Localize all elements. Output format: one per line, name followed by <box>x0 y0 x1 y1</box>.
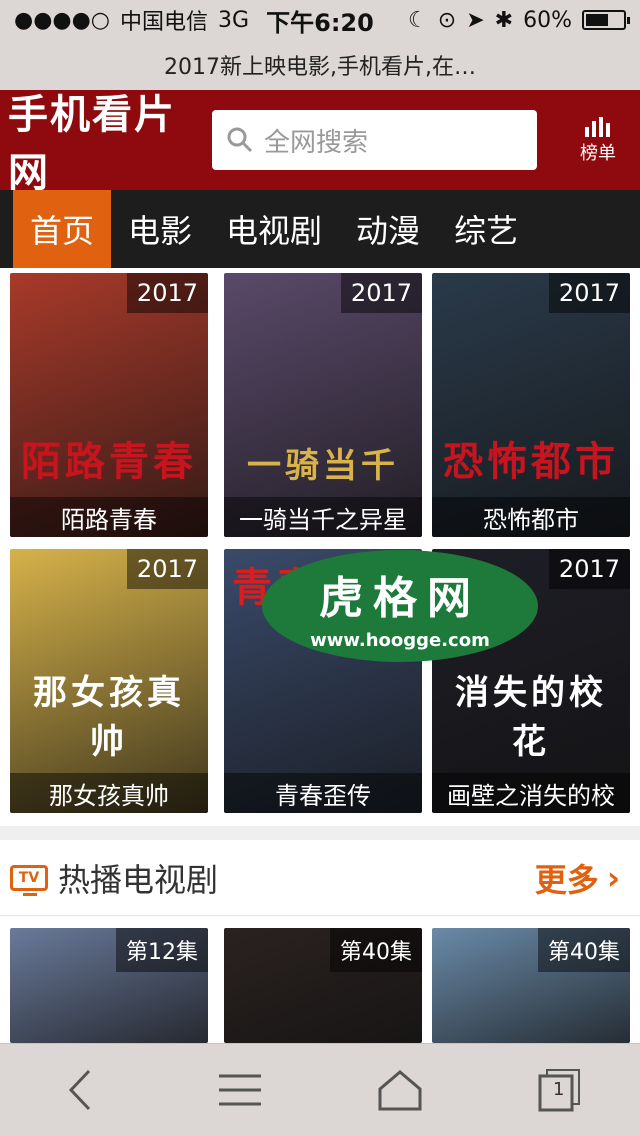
movie-title: 青春歪传 <box>224 773 422 813</box>
network-type: 3G <box>218 7 250 33</box>
episode-badge: 第12集 <box>116 928 208 972</box>
movie-card[interactable]: 那女孩真帅 2017 那女孩真帅 <box>10 549 208 813</box>
tab-variety[interactable]: 综艺 <box>437 190 535 268</box>
menu-icon <box>219 1074 261 1106</box>
category-tabs: 首页 电影 电视剧 动漫 综艺 <box>0 190 640 268</box>
watermark-logo: 虎格网 www.hoogge.com <box>262 550 538 662</box>
episode-badge: 第40集 <box>538 928 630 972</box>
battery-icon <box>582 10 630 30</box>
watermark-title: 虎格网 <box>319 572 481 624</box>
site-header: 手机看片网 全网搜索 榜单 <box>0 90 640 196</box>
bluetooth-icon: ✱ <box>494 7 514 33</box>
poster-title-art: 一骑当千 <box>247 446 399 486</box>
more-label: 更多 <box>534 860 599 899</box>
year-badge: 2017 <box>126 549 208 589</box>
poster-title-art: 恐怖都市 <box>443 439 619 485</box>
movie-title: 一骑当千之异星 <box>224 497 422 537</box>
section-divider <box>0 826 640 840</box>
tv-card[interactable]: 第40集 <box>432 928 630 1043</box>
home-button[interactable] <box>360 1050 440 1130</box>
movie-card[interactable]: 恐怖都市 2017 恐怖都市 <box>432 273 630 537</box>
tabs-button[interactable]: 1 <box>520 1050 600 1130</box>
chevron-right-icon: › <box>606 858 620 897</box>
poster-title-art: 消失的校花 <box>455 673 607 762</box>
tab-tv-series[interactable]: 电视剧 <box>209 190 339 268</box>
search-icon <box>227 127 253 153</box>
tab-home[interactable]: 首页 <box>13 190 112 268</box>
movie-title: 那女孩真帅 <box>10 773 208 813</box>
tv-icon: TV <box>10 864 48 896</box>
carrier-name: 中国电信 <box>119 10 208 35</box>
home-icon <box>378 1070 422 1111</box>
moon-icon: ☾ <box>408 7 428 33</box>
battery-percent: 60% <box>523 7 572 33</box>
more-link[interactable]: 更多 › <box>535 855 620 901</box>
search-input[interactable]: 全网搜索 <box>212 110 537 170</box>
rank-label: 榜单 <box>580 143 616 164</box>
tv-row: 第12集 第40集 第40集 <box>10 928 630 1043</box>
search-placeholder: 全网搜索 <box>264 127 369 158</box>
poster-title-art: 陌路青春 <box>21 439 197 485</box>
page-title: 2017新上映电影,手机看片,在… <box>164 55 476 80</box>
location-arrow-icon: ➤ <box>466 7 485 33</box>
site-logo[interactable]: 手机看片网 <box>8 82 204 198</box>
bar-chart-icon <box>585 117 610 137</box>
movie-title: 陌路青春 <box>10 497 208 537</box>
section-header: TV 热播电视剧 更多 › <box>0 840 640 916</box>
back-button[interactable] <box>40 1050 120 1130</box>
rotation-lock-icon: ⊙ <box>437 7 457 33</box>
movie-title: 恐怖都市 <box>432 497 630 537</box>
movie-card[interactable]: 一骑当千 2017 一骑当千之异星 <box>224 273 422 537</box>
menu-button[interactable] <box>200 1050 280 1130</box>
browser-toolbar: 1 <box>0 1043 640 1136</box>
year-badge: 2017 <box>548 273 630 313</box>
movie-card[interactable]: 陌路青春 2017 陌路青春 <box>10 273 208 537</box>
section-title: 热播电视剧 <box>58 860 219 899</box>
chevron-left-icon <box>68 1069 91 1111</box>
rank-button[interactable]: 榜单 <box>580 115 616 165</box>
year-badge: 2017 <box>548 549 630 589</box>
year-badge: 2017 <box>340 273 422 313</box>
signal-strength: ●●●●○ <box>14 7 110 33</box>
episode-badge: 第40集 <box>330 928 422 972</box>
poster-title-art: 那女孩真帅 <box>33 673 185 762</box>
tabs-count: 1 <box>553 1079 565 1100</box>
tv-card[interactable]: 第40集 <box>224 928 422 1043</box>
movie-title: 画壁之消失的校 <box>432 773 630 813</box>
tv-card[interactable]: 第12集 <box>10 928 208 1043</box>
year-badge: 2017 <box>126 273 208 313</box>
watermark-url: www.hoogge.com <box>310 629 490 651</box>
tab-anime[interactable]: 动漫 <box>339 190 437 268</box>
status-bar: ●●●●○ 中国电信 3G 下午6:20 ☾ ⊙ ➤ ✱ 60% <box>0 0 640 40</box>
tab-movies[interactable]: 电影 <box>111 190 209 268</box>
